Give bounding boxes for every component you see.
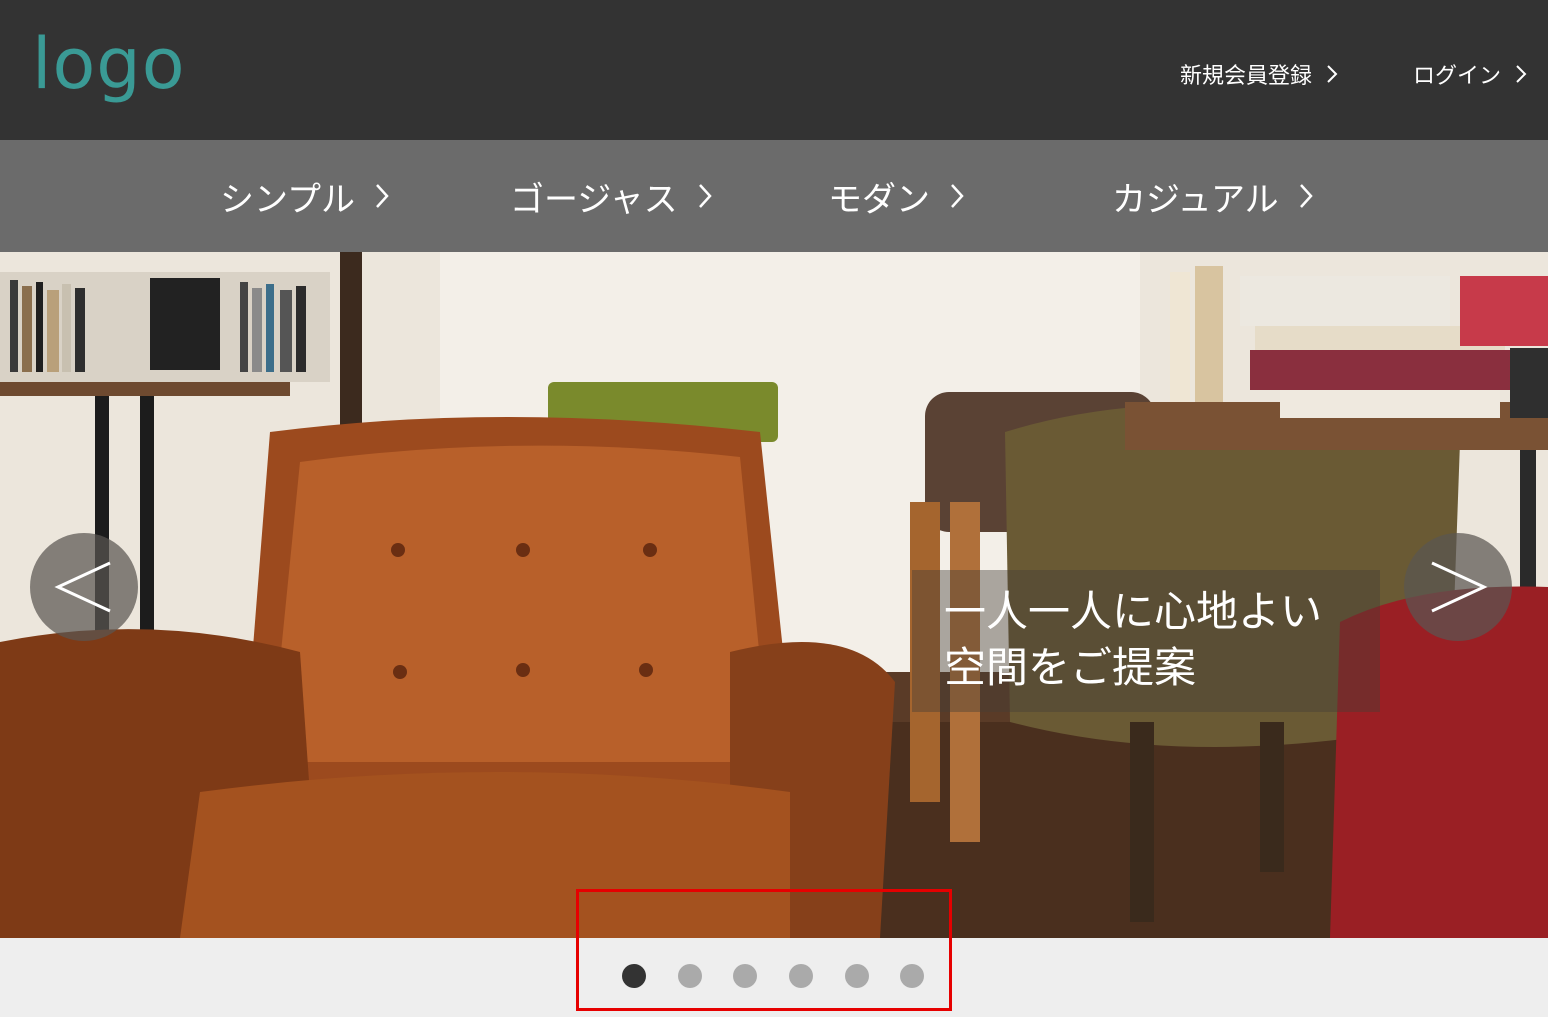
slider-dot-4[interactable] (789, 964, 813, 988)
nav-item-label: モダン (828, 179, 930, 220)
signup-link[interactable]: 新規会員登録 (1180, 56, 1338, 92)
chevron-right-icon (375, 183, 389, 209)
chevron-right-icon (1299, 183, 1313, 209)
category-nav: シンプル ゴージャス モダン カジュアル (0, 140, 1548, 252)
chevron-right-icon (1515, 64, 1527, 84)
nav-item-modern[interactable]: モダン (828, 170, 964, 222)
nav-item-gorgeous[interactable]: ゴージャス (510, 170, 712, 222)
nav-item-label: シンプル (220, 179, 355, 220)
slider-prev-button[interactable] (30, 533, 138, 641)
hero-slider: 一人一人に心地よい 空間をご提案 (0, 252, 1548, 938)
slider-dot-2[interactable] (678, 964, 702, 988)
chevron-left-icon (54, 561, 111, 613)
slider-pagination (0, 938, 1548, 1017)
chevron-right-icon (1431, 561, 1488, 613)
slider-next-button[interactable] (1404, 533, 1512, 641)
slider-dot-1[interactable] (622, 964, 646, 988)
login-label: ログイン (1413, 64, 1502, 89)
hero-caption: 一人一人に心地よい 空間をご提案 (944, 587, 1323, 692)
nav-item-label: カジュアル (1112, 179, 1279, 220)
site-header: logo 新規会員登録 ログイン (0, 0, 1548, 140)
slider-dot-6[interactable] (900, 964, 924, 988)
nav-item-label: ゴージャス (510, 179, 678, 220)
chevron-right-icon (1326, 64, 1338, 84)
slider-dot-3[interactable] (733, 964, 757, 988)
chevron-right-icon (698, 183, 712, 209)
nav-item-simple[interactable]: シンプル (220, 170, 389, 222)
login-link[interactable]: ログイン (1413, 56, 1527, 92)
signup-label: 新規会員登録 (1180, 64, 1313, 89)
nav-item-casual[interactable]: カジュアル (1112, 170, 1313, 222)
site-logo[interactable]: logo (32, 14, 186, 114)
hero-caption-box: 一人一人に心地よい 空間をご提案 (912, 570, 1380, 712)
slider-dot-5[interactable] (845, 964, 869, 988)
chevron-right-icon (950, 183, 964, 209)
